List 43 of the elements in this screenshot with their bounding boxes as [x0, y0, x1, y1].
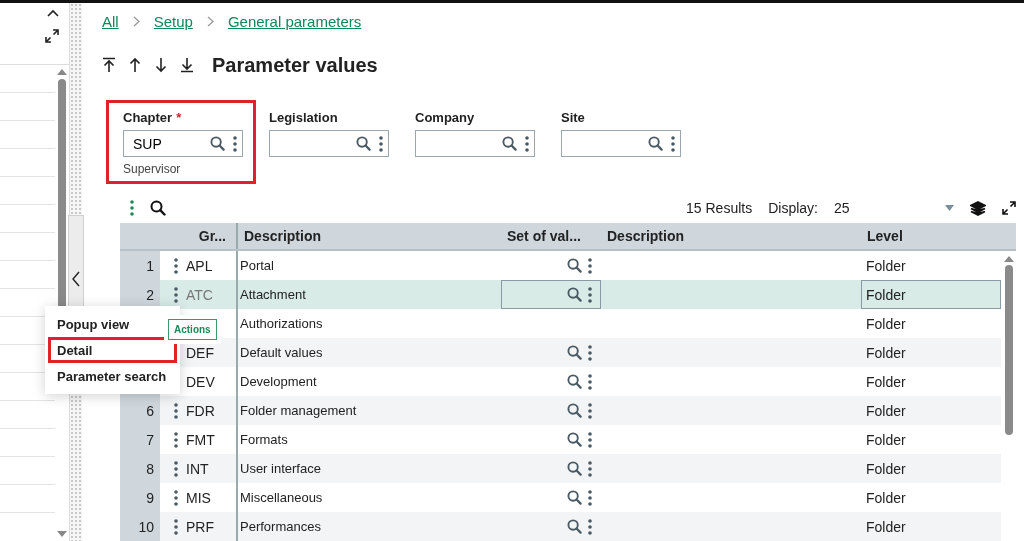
table-cell-text: Authorizations [239, 315, 324, 333]
field-label: Chapter * [123, 110, 183, 126]
table-cell-text: Folder [865, 256, 907, 276]
table-cell-text: Folder management [239, 402, 358, 420]
field-label: Site [561, 110, 586, 126]
table-cell: PRF [186, 518, 214, 535]
table-cell-text: Folder [865, 314, 907, 334]
table-cell-text: Attachment [239, 286, 307, 304]
table-cell-text: Folder [865, 401, 907, 421]
row-number: 9 [120, 483, 160, 512]
field-label: Legislation [269, 110, 339, 126]
display-label: Display: [768, 200, 818, 217]
table-cell: DEF [186, 344, 214, 361]
table-cell-text: Folder [865, 459, 907, 479]
field-label: Company [415, 110, 476, 126]
table-cell-text: Portal [239, 257, 275, 275]
row-number: 8 [120, 454, 160, 483]
table-cell: Folder [861, 280, 1001, 309]
table-cell: MIS [186, 489, 211, 506]
row-number: 7 [120, 425, 160, 454]
field-caption: Supervisor [123, 162, 182, 177]
table-cell: DEV [186, 373, 215, 390]
table-cell: APL [186, 257, 213, 274]
table-cell-text: Folder [865, 372, 907, 392]
row-number: 6 [120, 396, 160, 425]
table-cell-text: Formats [239, 431, 289, 449]
row-number: 1 [120, 251, 160, 280]
results-count: 15 Results [686, 200, 753, 217]
page-title: Parameter values [212, 53, 378, 77]
table-cell: INT [186, 460, 209, 477]
table-cell-text: Folder [865, 343, 907, 363]
table-cell: FDR [186, 402, 215, 419]
table-cell-text: Default values [239, 344, 324, 362]
row-number: 10 [120, 512, 160, 541]
table-cell-text: Folder [865, 517, 907, 537]
table-cell-text: Miscellaneous [239, 489, 324, 507]
table-cell-text: User interface [239, 460, 322, 478]
table-cell: FMT [186, 431, 215, 448]
table-cell: ATC [186, 286, 213, 303]
table-cell-text: Development [239, 373, 318, 391]
table-cell-text: Performances [239, 518, 322, 536]
table-cell-text: Folder [865, 430, 907, 450]
table-cell-text: Folder [865, 488, 907, 508]
